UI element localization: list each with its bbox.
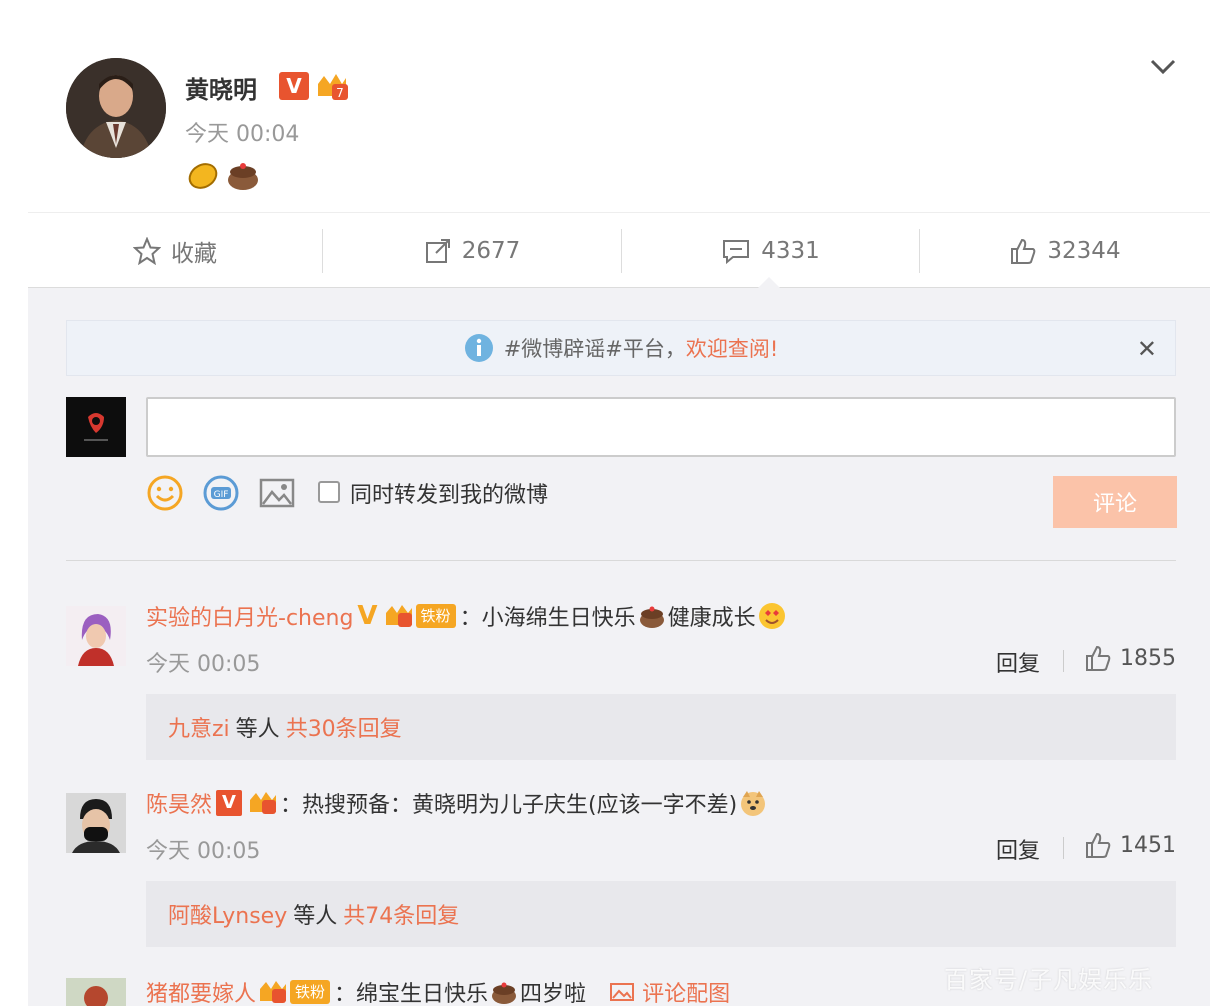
repost-icon: [425, 239, 450, 263]
thumbs-up-icon: [1011, 238, 1036, 264]
repost-checkbox[interactable]: [318, 481, 340, 503]
comment-text-continued: 健康成长: [667, 606, 756, 631]
info-icon: [464, 334, 493, 362]
author-avatar[interactable]: [66, 58, 166, 158]
comment-line: 实验的白月光-cheng V 铁粉 ：小海绵生日快乐 健康成长: [146, 600, 788, 632]
post-time: 今天 00:04: [185, 122, 300, 147]
comment-text: ：小海绵生日快乐: [459, 606, 636, 631]
comment-like-button[interactable]: 1451: [1084, 831, 1176, 859]
comment-like-button[interactable]: 1855: [1084, 644, 1176, 672]
commenter-avatar[interactable]: [66, 606, 126, 666]
crown-level-icon: 7: [316, 72, 348, 100]
comment-username[interactable]: 实验的白月光-cheng: [146, 600, 353, 632]
comment-count: 4331: [761, 238, 820, 264]
comment-time: 今天 00:05: [146, 652, 261, 677]
post-emoji-row: [186, 158, 266, 194]
comment-icon: [723, 240, 750, 265]
svg-text:7: 7: [336, 86, 344, 100]
close-icon[interactable]: ✕: [1137, 335, 1157, 363]
reply-user[interactable]: 阿酸Lynsey: [168, 898, 287, 930]
reply-button[interactable]: 回复: [996, 833, 1040, 865]
commenter-avatar[interactable]: [66, 978, 126, 1006]
thumbs-up-icon: [1086, 832, 1111, 858]
like-count: 32344: [1047, 238, 1121, 264]
image-icon: [610, 983, 635, 1001]
comment-username[interactable]: 猪都要嫁人: [146, 976, 256, 1006]
chevron-down-icon[interactable]: [1148, 54, 1178, 80]
crown-level-icon: [385, 605, 412, 627]
reply-mid: 等人: [235, 717, 280, 742]
submit-comment-button[interactable]: 评论: [1053, 476, 1177, 528]
comment-text: ：绵宝生日快乐: [334, 982, 489, 1006]
repost-button[interactable]: 2677: [323, 213, 621, 289]
reply-button[interactable]: 回复: [996, 646, 1040, 678]
reply-user[interactable]: 九意zi: [168, 711, 230, 743]
svg-text:GIF: GIF: [214, 490, 229, 500]
comment-line: 猪都要嫁人 铁粉 ：绵宝生日快乐 四岁啦 评论配图: [146, 976, 730, 1006]
divider: [1063, 837, 1064, 859]
favorite-button[interactable]: 收藏: [28, 213, 322, 289]
cake-emoji-icon: [639, 606, 664, 628]
verified-badge: V: [357, 601, 378, 631]
comment-input[interactable]: [146, 397, 1176, 457]
comment-username[interactable]: 陈昊然: [146, 787, 212, 819]
notice-link[interactable]: 欢迎查阅!: [686, 333, 778, 363]
verified-badge: V: [279, 72, 309, 100]
comment-line: 陈昊然 V ：热搜预备：黄晓明为儿子庆生(应该一字不差): [146, 787, 769, 819]
sponge-cake-emoji-icon: [188, 163, 258, 190]
rumor-notice: #微博辟谣#平台， 欢迎查阅! ✕: [66, 320, 1176, 376]
heart-eyes-emoji-icon: [758, 603, 785, 629]
author-name[interactable]: 黄晓明: [185, 70, 257, 105]
favorite-label: 收藏: [171, 241, 217, 267]
reply-count[interactable]: 共30条回复: [286, 711, 402, 743]
fan-badge: 铁粉: [290, 980, 331, 1004]
gif-icon[interactable]: GIF: [202, 474, 240, 512]
image-upload-icon[interactable]: [258, 474, 296, 512]
replies-summary[interactable]: 阿酸Lynsey 等人 共74条回复: [146, 881, 1176, 947]
fan-badge: 铁粉: [415, 604, 456, 628]
reply-mid: 等人: [293, 904, 338, 929]
comment-text: ：热搜预备：黄晓明为儿子庆生(应该一字不差): [280, 793, 738, 818]
comment-like-count: 1855: [1120, 645, 1176, 671]
repost-checkbox-label[interactable]: 同时转发到我的微博: [350, 477, 548, 509]
thumbs-up-icon: [1086, 645, 1111, 671]
comment-caret: [758, 277, 780, 288]
comment-picture-label: 评论配图: [642, 982, 731, 1006]
like-button[interactable]: 32344: [920, 213, 1210, 289]
verified-badge: V: [216, 790, 243, 816]
composer-separator: [66, 560, 1176, 561]
post-action-bar: 收藏 2677 4331 32344: [28, 212, 1210, 288]
comment-like-count: 1451: [1120, 832, 1176, 858]
my-avatar[interactable]: [66, 397, 126, 457]
comment-picture-link[interactable]: 评论配图: [610, 976, 730, 1006]
post-header: 黄晓明 V 7 今天 00:04: [0, 0, 1210, 212]
notice-text: #微博辟谣#平台，: [503, 337, 686, 361]
star-icon: [133, 237, 161, 265]
emoji-picker-icon[interactable]: [146, 474, 184, 512]
reply-count[interactable]: 共74条回复: [343, 898, 459, 930]
cake-emoji-icon: [492, 982, 517, 1004]
divider: [1063, 650, 1064, 672]
crown-level-icon: [260, 981, 287, 1003]
replies-summary[interactable]: 九意zi 等人 共30条回复: [146, 694, 1176, 760]
repost-count: 2677: [461, 238, 521, 264]
doge-emoji-icon: [741, 791, 766, 816]
comment-time: 今天 00:05: [146, 839, 261, 864]
crown-level-icon: [250, 792, 277, 814]
watermark: 百家号/子凡娱乐乐: [944, 966, 1154, 994]
commenter-avatar[interactable]: [66, 793, 126, 853]
comment-text-continued: 四岁啦: [520, 982, 587, 1006]
